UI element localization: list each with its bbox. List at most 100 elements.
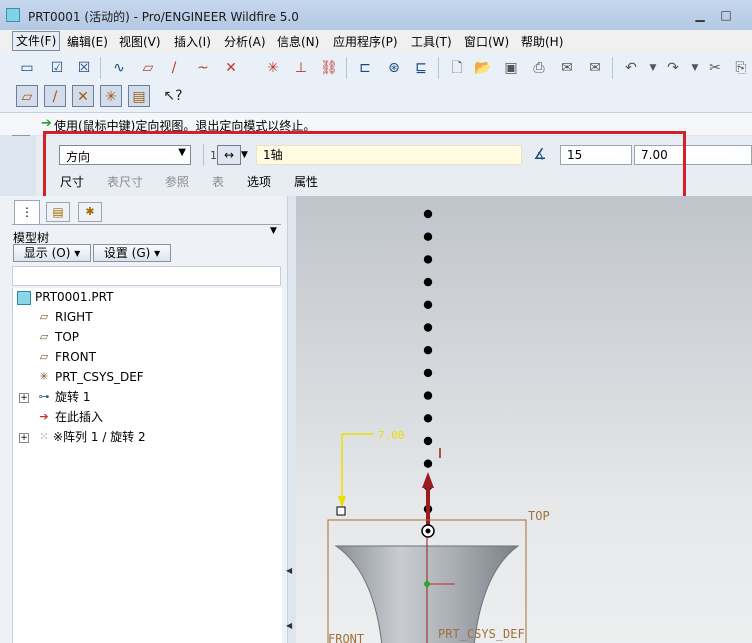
point-display-icon[interactable]: ✕ xyxy=(72,85,94,107)
redo-icon[interactable]: ↷ xyxy=(662,57,684,79)
datum-axis-tool-icon[interactable]: / xyxy=(163,57,185,79)
revolve-icon: ⊶ xyxy=(38,390,50,403)
menu-edit[interactable]: 编辑(E) xyxy=(64,33,111,50)
annotation-display-icon[interactable]: ▤ xyxy=(128,85,150,107)
tree-item-label: 旋转 1 xyxy=(55,390,91,404)
datum-point-tool-icon[interactable]: ✕ xyxy=(220,57,242,79)
tree-item-label: 在此插入 xyxy=(55,410,104,424)
email-icon[interactable]: ✉ xyxy=(556,57,578,79)
datum-plane-tool-icon[interactable]: ▱ xyxy=(137,57,159,79)
toolbar-separator xyxy=(438,57,439,79)
menu-help[interactable]: 帮助(H) xyxy=(518,33,566,50)
window-title: PRT0001 (活动的) - Pro/ENGINEER Wildfire 5.… xyxy=(28,10,299,24)
annotation-icon[interactable]: ⊏ xyxy=(354,57,376,79)
pattern-point xyxy=(423,323,433,332)
tree-item-label: ※阵列 1 / 旋转 2 xyxy=(53,430,146,444)
menu-insert[interactable]: 插入(I) xyxy=(171,33,214,50)
dimension-value[interactable]: 7.00 xyxy=(378,429,405,442)
datum-curve-tool-icon[interactable]: ~ xyxy=(192,57,214,79)
maximize-button[interactable]: □ xyxy=(716,6,736,24)
open-file-icon[interactable]: 📂 xyxy=(472,57,494,79)
favorites-tab-icon[interactable]: ✱ xyxy=(78,202,102,222)
pattern-point xyxy=(423,277,433,287)
sketch-curve-icon[interactable]: ∿ xyxy=(108,57,130,79)
graphics-window[interactable]: 7.00 TOP PRT_CSYS_DEF FRONT xyxy=(296,196,752,643)
pattern-point xyxy=(423,436,433,446)
datum-plane-icon: ▱ xyxy=(39,310,49,323)
pattern-point xyxy=(423,391,433,400)
pattern-point xyxy=(423,368,433,378)
dimension-arrow-icon xyxy=(338,496,346,508)
highlight-box xyxy=(43,131,686,202)
pattern-point xyxy=(423,459,433,468)
csys-origin xyxy=(424,581,430,587)
new-file-icon[interactable]: 🗋 xyxy=(446,57,468,79)
menu-tools[interactable]: 工具(T) xyxy=(408,33,455,50)
menu-view[interactable]: 视图(V) xyxy=(116,33,164,50)
app-icon xyxy=(6,8,20,22)
show-button[interactable]: 显示 (O) ▾ xyxy=(13,244,91,262)
save-icon[interactable]: ▣ xyxy=(500,57,522,79)
menu-analysis[interactable]: 分析(A) xyxy=(221,33,269,50)
undo-dropdown-icon[interactable]: ▼ xyxy=(642,57,664,79)
menu-window[interactable]: 窗口(W) xyxy=(461,33,512,50)
pattern-point xyxy=(423,346,433,355)
tree-item-label: FRONT xyxy=(55,350,96,364)
folder-browser-tab-icon[interactable]: ▤ xyxy=(46,202,70,222)
tree-menu-chevron-icon[interactable]: ▼ xyxy=(270,226,277,236)
menu-info[interactable]: 信息(N) xyxy=(274,33,322,50)
expand-icon[interactable]: + xyxy=(19,393,29,403)
message-arrow-icon: ➔ xyxy=(41,116,52,131)
pattern-point xyxy=(423,232,433,241)
selected-point-center xyxy=(425,528,431,534)
tree-item-label: RIGHT xyxy=(55,310,93,324)
redo-dropdown-icon[interactable]: ▼ xyxy=(684,57,706,79)
cut-icon[interactable]: ✂ xyxy=(704,57,726,79)
print-icon[interactable]: ⎙ xyxy=(528,57,550,79)
close-view-icon[interactable]: ☒ xyxy=(73,57,95,79)
pattern-point xyxy=(423,255,433,264)
expand-icon[interactable]: + xyxy=(19,433,29,443)
plane-display-icon[interactable]: ▱ xyxy=(16,85,38,107)
annotation-view-icon[interactable]: ⊛ xyxy=(383,57,405,79)
menu-file[interactable]: 文件(F) xyxy=(12,31,61,51)
tree-item-label: PRT_CSYS_DEF xyxy=(55,370,144,384)
model-tree-tab-icon[interactable]: ⋮ xyxy=(14,200,40,224)
menu-applications[interactable]: 应用程序(P) xyxy=(330,33,401,50)
minimize-button[interactable]: ▁ xyxy=(690,6,710,24)
toolbar-separator xyxy=(346,57,347,79)
tab-underline xyxy=(12,224,281,225)
tree-item-label: TOP xyxy=(55,330,80,344)
datum-plane-icon: ▱ xyxy=(39,330,49,343)
email-link-icon[interactable]: ✉ xyxy=(584,57,606,79)
axis-arrowhead-icon xyxy=(422,472,434,488)
model-tree: PRT0001.PRT ▱ RIGHT ▱ TOP ▱ FRONT ✳ PRT_… xyxy=(12,288,282,643)
dimension-handle[interactable] xyxy=(336,506,346,516)
chain-tool-icon[interactable]: ⛓ xyxy=(318,57,340,79)
settings-button[interactable]: 设置 (G) ▾ xyxy=(93,244,171,262)
undo-icon[interactable]: ↶ xyxy=(620,57,642,79)
csys-tool-icon[interactable]: ✳ xyxy=(262,57,284,79)
analysis-tool-icon[interactable]: ⊥ xyxy=(290,57,312,79)
tree-item-label: PRT0001.PRT xyxy=(35,290,114,304)
datum-plane-icon: ▱ xyxy=(39,350,49,363)
axis-display-icon[interactable]: / xyxy=(44,85,66,107)
title-bar: PRT0001 (活动的) - Pro/ENGINEER Wildfire 5.… xyxy=(0,0,752,30)
copy-icon[interactable]: ⎘ xyxy=(730,57,752,79)
toolbar-area: ▭ ☑ ☒ ∿ ▱ / ~ ✕ ✳ ⊥ ⛓ ⊏ ⊛ ⊑ 🗋 📂 ▣ ⎙ ✉ ✉ … xyxy=(0,52,752,113)
part-icon xyxy=(17,291,31,305)
annotation-edit-icon[interactable]: ⊑ xyxy=(410,57,432,79)
pattern-point xyxy=(423,414,433,423)
menu-bar: 文件(F) 编辑(E) 视图(V) 插入(I) 分析(A) 信息(N) 应用程序… xyxy=(0,30,752,53)
window-layout-icon[interactable]: ▭ xyxy=(16,57,38,79)
pattern-point xyxy=(423,300,433,309)
context-help-icon[interactable]: ↖? xyxy=(162,85,184,107)
csys-label: PRT_CSYS_DEF xyxy=(438,627,525,641)
collapse-panel-icon[interactable]: ◀ xyxy=(286,566,292,575)
csys-display-icon[interactable]: ✳ xyxy=(100,85,122,107)
collapse-panel-icon[interactable]: ◀ xyxy=(286,621,292,630)
top-plane-label: TOP xyxy=(528,509,550,523)
tree-column-header xyxy=(12,266,281,286)
repaint-icon[interactable]: ☑ xyxy=(46,57,68,79)
insert-here-arrow-icon: ➔ xyxy=(39,410,49,423)
